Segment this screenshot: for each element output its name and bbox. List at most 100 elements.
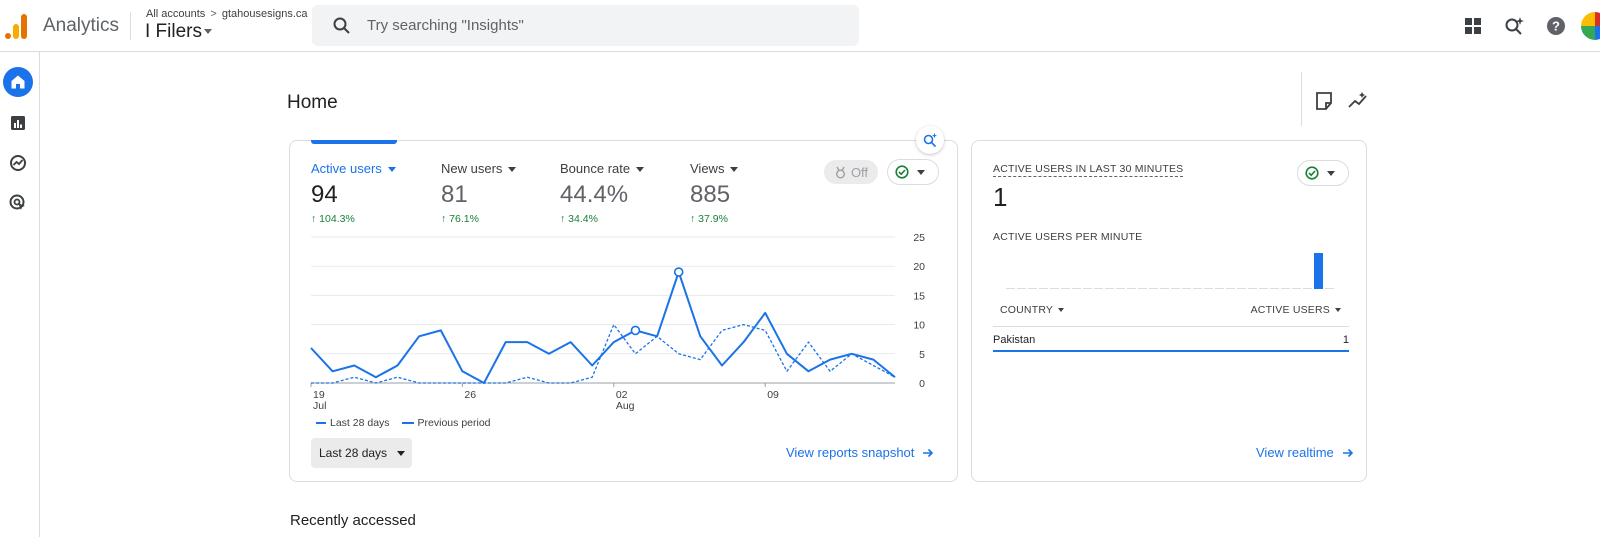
per-minute-bar [1303, 288, 1312, 289]
column-header-active-users[interactable]: ACTIVE USERS [1251, 304, 1341, 316]
chevron-down-icon[interactable] [636, 167, 645, 173]
metric-label: New users [441, 161, 503, 176]
check-circle-icon [895, 165, 909, 179]
breadcrumb-separator: > [210, 8, 217, 20]
chevron-down-icon[interactable] [730, 167, 739, 173]
per-minute-bar [1226, 288, 1235, 289]
per-minute-bar [1039, 288, 1048, 289]
metric-label: Bounce rate [560, 161, 631, 176]
per-minute-bar [1325, 288, 1334, 289]
advertising-icon [9, 194, 25, 210]
legend-label: Previous period [417, 417, 491, 429]
svg-text:?: ? [1552, 19, 1560, 34]
chevron-down-icon [397, 450, 406, 456]
nav-home[interactable] [3, 67, 33, 97]
data-quality-dropdown[interactable] [887, 159, 939, 185]
metric-new-users[interactable]: New users 81 ↑ 76.1% [441, 161, 517, 225]
search-insights-icon[interactable] [1503, 15, 1525, 37]
annotation-icon[interactable] [1313, 90, 1335, 112]
view-realtime-link[interactable]: View realtime [1256, 445, 1354, 460]
realtime-title[interactable]: ACTIVE USERS IN LAST 30 MINUTES [993, 163, 1184, 177]
metric-value: 885 [690, 181, 731, 208]
home-icon [11, 75, 25, 89]
view-reports-snapshot-link[interactable]: View reports snapshot [786, 445, 934, 460]
medal-icon [835, 166, 845, 178]
search-input[interactable] [367, 5, 847, 46]
per-minute-bar [1182, 288, 1191, 289]
chevron-down-icon[interactable] [387, 167, 396, 173]
per-minute-bar [1160, 288, 1169, 289]
per-minute-bar [1292, 288, 1301, 289]
nav-advertising[interactable] [3, 188, 33, 218]
row-users: 1 [1342, 334, 1349, 346]
app-name: Analytics [43, 15, 120, 36]
metric-bounce-rate[interactable]: Bounce rate 44.4% ↑ 34.4% [560, 161, 645, 225]
y-tick-label: 10 [913, 320, 925, 332]
metric-change: 76.1% [449, 213, 479, 225]
page-title: Home [287, 92, 338, 113]
per-minute-bar [1083, 288, 1092, 289]
left-nav [0, 52, 40, 537]
data-quality-dropdown[interactable] [1297, 160, 1349, 186]
recently-accessed-heading: Recently accessed [290, 512, 416, 529]
per-minute-bar [1149, 288, 1158, 289]
insights-button[interactable] [916, 126, 944, 154]
arrow-right-icon [1342, 448, 1353, 457]
apps-grid-icon[interactable] [1462, 15, 1484, 37]
nav-explore[interactable] [3, 148, 33, 178]
nav-reports[interactable] [3, 108, 33, 138]
column-header-country[interactable]: COUNTRY [1000, 304, 1065, 316]
chart-legend: Last 28 days Previous period [316, 417, 491, 429]
comparison-toggle[interactable]: Off [824, 160, 878, 184]
metric-change: 37.9% [698, 213, 728, 225]
overview-card: Active users 94 ↑ 104.3% New users 81 ↑ … [289, 140, 958, 482]
property-selector[interactable]: I Filers [145, 21, 212, 43]
metric-active-users[interactable]: Active users 94 ↑ 104.3% [311, 161, 396, 225]
per-minute-bar [1127, 288, 1136, 289]
per-minute-label: ACTIVE USERS PER MINUTE [993, 231, 1143, 243]
header-divider [130, 12, 131, 40]
link-label: View reports snapshot [786, 445, 915, 460]
metric-value: 81 [441, 181, 468, 208]
legend-label: Last 28 days [330, 417, 390, 429]
comparison-toggle-label: Off [850, 164, 869, 180]
per-minute-bar [1006, 288, 1015, 289]
search-bar[interactable] [312, 5, 859, 46]
table-row[interactable]: Pakistan 1 [993, 327, 1349, 352]
metric-views[interactable]: Views 885 ↑ 37.9% [690, 161, 739, 225]
check-circle-icon [1305, 166, 1319, 180]
per-minute-bar [1050, 288, 1059, 289]
per-minute-bar [1259, 288, 1268, 289]
per-minute-bar [1017, 288, 1026, 289]
top-app-bar: Analytics All accounts > gtahousesigns.c… [0, 0, 1600, 52]
analytics-logo[interactable] [5, 11, 29, 39]
search-icon [333, 17, 350, 34]
chevron-down-icon[interactable] [508, 167, 517, 173]
legend-swatch-solid [316, 422, 326, 424]
per-minute-bar [1204, 288, 1213, 289]
metric-value: 94 [311, 181, 338, 208]
insights-trend-icon[interactable] [1347, 90, 1369, 112]
breadcrumb-account[interactable]: gtahousesigns.ca [222, 8, 308, 20]
x-tick-month: Jul [313, 400, 326, 412]
date-range-dropdown[interactable]: Last 28 days [311, 438, 412, 468]
date-range-label: Last 28 days [319, 446, 388, 460]
per-minute-bar [1061, 288, 1070, 289]
per-minute-bar [1171, 288, 1180, 289]
breadcrumb-accounts[interactable]: All accounts [146, 8, 205, 20]
arrow-up-icon: ↑ [311, 213, 320, 225]
per-minute-bar [1138, 288, 1147, 289]
account-avatar[interactable] [1581, 12, 1600, 40]
breadcrumb[interactable]: All accounts > gtahousesigns.ca [146, 8, 308, 20]
per-minute-bar-chart [1006, 253, 1334, 289]
link-label: View realtime [1256, 445, 1334, 460]
data-point-marker [673, 267, 684, 277]
chevron-down-icon [917, 169, 925, 175]
line-chart: 051015202519Jul26 02Aug09 [310, 232, 925, 412]
metric-change: 34.4% [568, 213, 598, 225]
help-icon[interactable]: ? [1545, 15, 1567, 37]
per-minute-bar [1314, 253, 1323, 289]
property-name: I Filers [145, 21, 202, 42]
per-minute-bar [1237, 288, 1246, 289]
y-tick-label: 25 [913, 232, 925, 244]
